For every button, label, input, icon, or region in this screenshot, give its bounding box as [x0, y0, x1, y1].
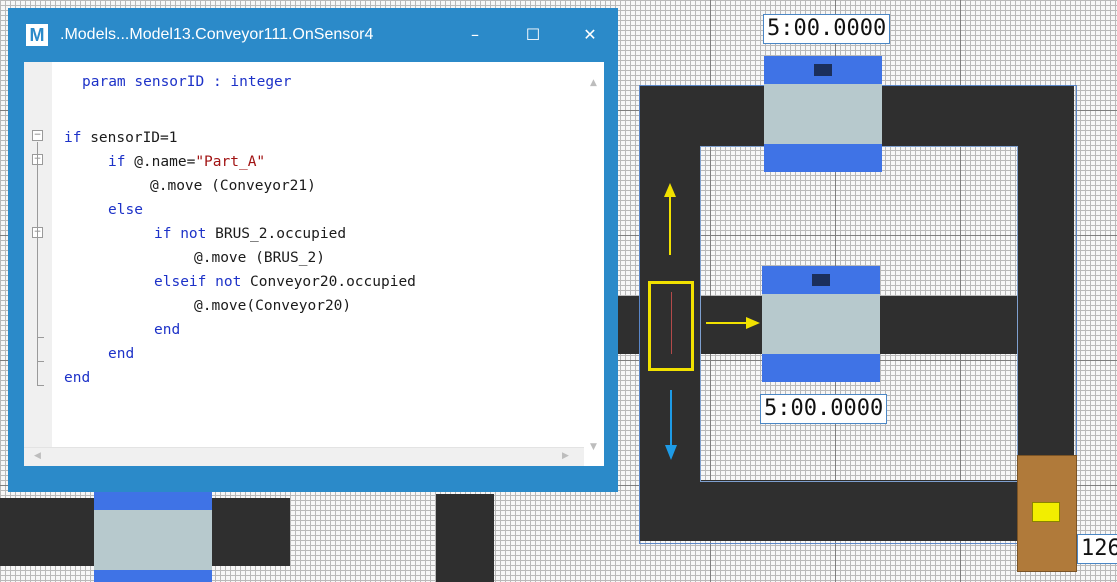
- code-keyword: if not: [154, 226, 207, 242]
- code-line: elseif not Conveyor20.occupied: [154, 270, 416, 294]
- code-editor[interactable]: − − − param sensorID : integer if sensor…: [24, 62, 604, 466]
- scroll-up-icon[interactable]: ▲: [590, 78, 597, 88]
- code-token: @.move(Conveyor20): [194, 298, 352, 314]
- fold-gutter: [24, 62, 52, 466]
- code-token: param sensorID : integer: [82, 74, 292, 90]
- code-keyword: end: [64, 370, 91, 386]
- code-token: @.move (BRUS_2): [194, 250, 325, 266]
- code-keyword: if: [108, 154, 126, 170]
- code-line: end: [64, 366, 90, 390]
- code-keyword: end: [154, 322, 181, 338]
- scroll-right-icon[interactable]: ▶: [562, 451, 569, 461]
- code-keyword: elseif not: [154, 274, 242, 290]
- fold-guide: [37, 142, 38, 386]
- code-line: param sensorID : integer: [82, 70, 292, 94]
- code-keyword: end: [108, 346, 135, 362]
- vertical-scrollbar[interactable]: ▲ ▼: [584, 62, 604, 466]
- horizontal-scrollbar[interactable]: ◀ ▶: [24, 447, 584, 466]
- code-line: end: [108, 342, 134, 366]
- code-line: @.move (BRUS_2): [194, 246, 325, 270]
- arrow-down-icon: [665, 390, 677, 460]
- minimize-button[interactable]: –: [460, 22, 490, 48]
- code-token: Conveyor20.occupied: [241, 274, 416, 290]
- maximize-button[interactable]: ☐: [518, 22, 548, 48]
- code-token: @.name=: [125, 154, 196, 170]
- close-button[interactable]: ✕: [575, 22, 605, 48]
- code-string: "Part_A": [195, 154, 266, 170]
- fold-guide: [37, 337, 44, 338]
- code-line: else: [108, 198, 143, 222]
- code-keyword: else: [108, 202, 143, 218]
- fold-guide: [37, 361, 44, 362]
- code-line: if @.name="Part_A": [108, 150, 265, 174]
- scroll-down-icon[interactable]: ▼: [590, 442, 597, 452]
- arrow-up-icon: [664, 183, 676, 255]
- arrow-right-icon: [706, 317, 760, 329]
- fold-toggle-icon[interactable]: −: [32, 130, 43, 141]
- code-token: @.move (Conveyor21): [150, 178, 316, 194]
- scroll-left-icon[interactable]: ◀: [34, 451, 41, 461]
- code-keyword: if: [64, 130, 82, 146]
- code-line: @.move (Conveyor21): [150, 174, 316, 198]
- fold-guide: [37, 385, 44, 386]
- code-line: end: [154, 318, 180, 342]
- window-title: .Models...Model13.Conveyor111.OnSensor4: [60, 26, 374, 43]
- code-line: @.move(Conveyor20): [194, 294, 351, 318]
- app-logo-icon: M: [26, 24, 48, 46]
- window-titlebar[interactable]: M .Models...Model13.Conveyor111.OnSensor…: [8, 8, 618, 62]
- code-token: BRUS_2.occupied: [206, 226, 347, 242]
- code-line: if sensorID=1: [64, 126, 178, 150]
- code-line: if not BRUS_2.occupied: [154, 222, 346, 246]
- code-token: sensorID=1: [81, 130, 178, 146]
- method-editor-window[interactable]: M .Models...Model13.Conveyor111.OnSensor…: [8, 8, 618, 492]
